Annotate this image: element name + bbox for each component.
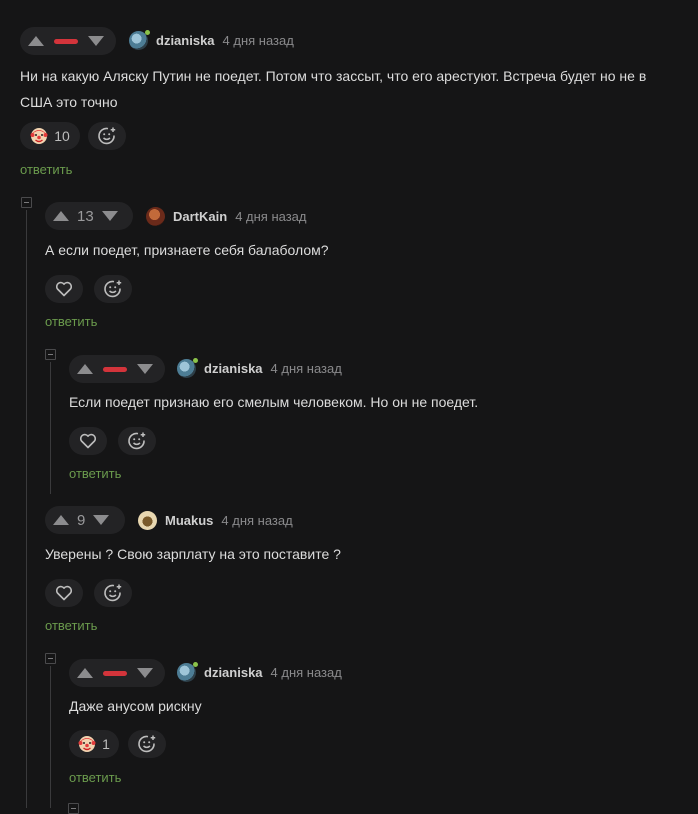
avatar[interactable]: [146, 206, 165, 226]
triangle-up-icon[interactable]: [28, 36, 44, 46]
smile-plus-icon: [98, 127, 116, 145]
smile-plus-icon: [128, 432, 146, 450]
triangle-down-icon[interactable]: [93, 515, 110, 525]
comment-text: Даже анусом рискну: [69, 693, 698, 719]
collapse-minus-icon[interactable]: [45, 349, 56, 360]
reaction-button[interactable]: 1: [69, 730, 119, 758]
comment-time[interactable]: 4 дня назад: [223, 33, 294, 48]
reply-link[interactable]: ответить: [45, 314, 97, 329]
add-reaction-button[interactable]: [94, 579, 132, 607]
comment-time[interactable]: 4 дня назад: [235, 209, 306, 224]
reaction-button[interactable]: [69, 427, 107, 455]
avatar[interactable]: [177, 357, 198, 378]
comment-author: dzianiska 4 дня назад: [177, 660, 342, 684]
comment-text-line: Уверены ? Свою зарплату на это поставите…: [45, 546, 341, 562]
negative-rating-indicator: [103, 670, 127, 676]
vote-widget: [69, 355, 165, 383]
avatar[interactable]: [138, 510, 157, 530]
smile-plus-icon: [138, 735, 156, 753]
vote-widget: [69, 659, 165, 687]
vote-widget: 9: [45, 506, 125, 534]
reply-link[interactable]: ответить: [69, 466, 121, 481]
vote-widget: 13: [45, 202, 133, 230]
collapse-minus-icon[interactable]: [68, 803, 79, 814]
negative-rating-indicator: [103, 366, 127, 372]
author-name[interactable]: dzianiska: [156, 33, 215, 48]
comment-author: dzianiska 4 дня назад: [129, 28, 294, 52]
collapse-minus-icon[interactable]: [21, 197, 32, 208]
vote-widget: [20, 27, 116, 55]
negative-rating-indicator: [54, 38, 78, 44]
comment-time[interactable]: 4 дня назад: [221, 513, 292, 528]
triangle-up-icon[interactable]: [53, 515, 69, 525]
triangle-up-icon[interactable]: [77, 668, 93, 678]
comment-text-line: Даже анусом рискну: [69, 698, 202, 714]
comment-text-line: Если поедет признаю его смелым человеком…: [69, 394, 479, 410]
triangle-down-icon[interactable]: [101, 211, 118, 221]
reaction-button[interactable]: [45, 275, 83, 303]
author-name[interactable]: Muakus: [165, 513, 213, 528]
reply-link[interactable]: ответить: [20, 162, 72, 177]
add-reaction-button[interactable]: [128, 730, 166, 758]
reply-link[interactable]: ответить: [69, 770, 121, 785]
comment-text-line: Ни на какую Аляску Путин не поедет. Пото…: [20, 68, 647, 84]
comment-text: Если поедет признаю его смелым человеком…: [69, 389, 698, 415]
triangle-down-icon[interactable]: [137, 364, 153, 374]
comment-text: Ни на какую Аляску Путин не поедет. Пото…: [20, 63, 680, 115]
comment-author: DartKain 4 дня назад: [146, 204, 306, 228]
avatar[interactable]: [177, 661, 198, 682]
add-reaction-button[interactable]: [94, 275, 132, 303]
author-name[interactable]: DartKain: [173, 209, 227, 224]
online-indicator: [193, 661, 198, 667]
clown-face-icon: [78, 736, 96, 752]
triangle-down-icon[interactable]: [88, 36, 104, 46]
thread-line: [50, 362, 51, 494]
reaction-count: 1: [102, 736, 110, 752]
collapse-minus-icon[interactable]: [45, 653, 56, 664]
rating-count: 9: [77, 511, 86, 529]
triangle-up-icon[interactable]: [77, 364, 93, 374]
reaction-count: 10: [54, 128, 70, 144]
add-reaction-button[interactable]: [118, 427, 156, 455]
smile-plus-icon: [104, 584, 122, 602]
reaction-button[interactable]: 10: [20, 122, 80, 150]
heart-icon: [79, 433, 97, 449]
clown-face-icon: [30, 128, 48, 144]
add-reaction-button[interactable]: [88, 122, 126, 150]
comment-text: Уверены ? Свою зарплату на это поставите…: [45, 541, 698, 567]
heart-icon: [55, 281, 73, 297]
author-name[interactable]: dzianiska: [204, 665, 263, 680]
triangle-down-icon[interactable]: [137, 668, 153, 678]
author-name[interactable]: dzianiska: [204, 361, 263, 376]
heart-icon: [55, 585, 73, 601]
comment-time[interactable]: 4 дня назад: [271, 361, 342, 376]
comment-author: Muakus 4 дня назад: [138, 508, 293, 532]
rating-count: 13: [77, 207, 94, 225]
comment-text-line: А если поедет, признаете себя балаболом?: [45, 242, 329, 258]
comment-text: А если поедет, признаете себя балаболом?: [45, 237, 698, 263]
online-indicator: [193, 357, 198, 363]
comment-text-line: США это точно: [20, 94, 118, 110]
triangle-up-icon[interactable]: [53, 211, 69, 221]
reaction-button[interactable]: [45, 579, 83, 607]
thread-line: [26, 210, 27, 808]
comment-time[interactable]: 4 дня назад: [271, 665, 342, 680]
online-indicator: [145, 29, 150, 35]
comment-author: dzianiska 4 дня назад: [177, 356, 342, 380]
thread-line: [50, 666, 51, 808]
smile-plus-icon: [104, 280, 122, 298]
avatar[interactable]: [129, 29, 150, 50]
reply-link[interactable]: ответить: [45, 618, 97, 633]
